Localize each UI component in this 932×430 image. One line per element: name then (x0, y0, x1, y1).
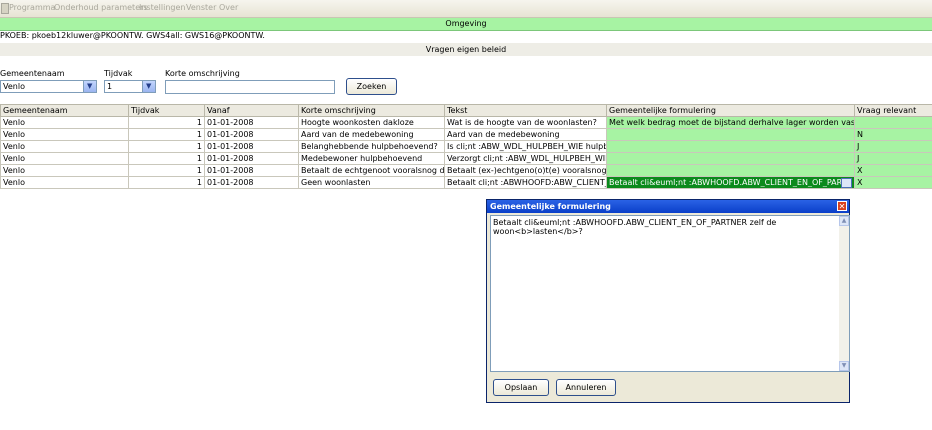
cell-gemeentelijke-formulering[interactable] (606, 152, 855, 165)
gemeente-dropdown-button[interactable]: ▼ (83, 81, 96, 92)
header-vraag-relevant[interactable]: Vraag relevant (854, 104, 932, 117)
header-gemeentelijke-formulering[interactable]: Gemeentelijke formulering (606, 104, 855, 117)
cell-gemeentenaam[interactable]: Venlo (0, 152, 129, 165)
menu-onderhoud-parameters[interactable]: Onderhoud parameters (54, 3, 148, 12)
cell-vanaf[interactable]: 01-01-2008 (204, 140, 299, 153)
cell-gemeentenaam[interactable]: Venlo (0, 116, 129, 129)
cell-vanaf[interactable]: 01-01-2008 (204, 176, 299, 189)
cell-korte-omschrijving[interactable]: Belanghebbende hulpbehoevend? (298, 140, 445, 153)
tijdvak-dropdown-button[interactable]: ▼ (142, 81, 155, 92)
cell-tekst[interactable]: Wat is de hoogte van de woonlasten? (444, 116, 607, 129)
app-icon (1, 3, 9, 14)
cell-gemeentelijke-formulering[interactable] (606, 128, 855, 141)
opslaan-button[interactable]: Opslaan (493, 379, 549, 396)
cell-korte-omschrijving[interactable]: Aard van de medebewoning (298, 128, 445, 141)
ellipsis-button[interactable] (841, 177, 852, 188)
cell-tekst[interactable]: Verzorgt cli;nt :ABW_WDL_HULPBEH_WIE :AB (444, 152, 607, 165)
dialog-title: Gemeentelijke formulering (490, 202, 611, 211)
menu-bar: Programma Onderhoud parameters Instellin… (0, 0, 932, 18)
header-tekst[interactable]: Tekst (444, 104, 607, 117)
gemeente-value: Venlo (3, 82, 25, 91)
vertical-scrollbar[interactable]: ▲ ▼ (839, 216, 849, 371)
cell-vraag-relevant[interactable] (854, 116, 932, 129)
cell-gemeentenaam[interactable]: Venlo (0, 164, 129, 177)
section-title: Vragen eigen beleid (0, 43, 932, 56)
table-row[interactable]: Venlo 1 01-01-2008 Medebewoner hulpbehoe… (0, 152, 932, 165)
annuleren-button[interactable]: Annuleren (556, 379, 616, 396)
cell-gemeentelijke-formulering-editing[interactable]: Betaalt cli&euml;nt :ABWHOOFD.ABW_CLIENT… (606, 176, 855, 189)
cell-vraag-relevant[interactable]: X (854, 164, 932, 177)
chevron-down-icon: ▼ (146, 82, 152, 90)
zoeken-button[interactable]: Zoeken (346, 78, 397, 95)
tijdvak-label: Tijdvak (104, 69, 133, 78)
omschrijving-input[interactable] (165, 80, 335, 94)
cell-vanaf[interactable]: 01-01-2008 (204, 152, 299, 165)
cell-tekst[interactable]: Betaalt (ex-)echtgeno(o)t(e) vooralsnog … (444, 164, 607, 177)
cell-tekst[interactable]: Is cli;nt :ABW_WDL_HULPBEH_WIE hulpbehoe… (444, 140, 607, 153)
cell-vraag-relevant[interactable]: X (854, 176, 932, 189)
formulering-text[interactable]: Betaalt cli&euml;nt :ABWHOOFD.ABW_CLIENT… (493, 218, 849, 236)
omschrijving-label: Korte omschrijving (165, 69, 240, 78)
cell-gemeentelijke-formulering[interactable]: Met welk bedrag moet de bijstand derhalv… (606, 116, 855, 129)
cell-tijdvak[interactable]: 1 (128, 140, 205, 153)
formulering-textarea[interactable]: Betaalt cli&euml;nt :ABWHOOFD.ABW_CLIENT… (490, 215, 850, 372)
table-row[interactable]: Venlo 1 01-01-2008 Hoogte woonkosten dak… (0, 116, 932, 129)
table-row[interactable]: Venlo 1 01-01-2008 Aard van de medebewon… (0, 128, 932, 141)
cell-korte-omschrijving[interactable]: Geen woonlasten (298, 176, 445, 189)
cell-gemeentenaam[interactable]: Venlo (0, 140, 129, 153)
cell-korte-omschrijving[interactable]: Hoogte woonkosten dakloze (298, 116, 445, 129)
table-row[interactable]: Venlo 1 01-01-2008 Geen woonlasten Betaa… (0, 176, 932, 189)
cell-vraag-relevant[interactable]: N (854, 128, 932, 141)
cell-tijdvak[interactable]: 1 (128, 116, 205, 129)
tijdvak-value: 1 (107, 82, 113, 91)
cell-vanaf[interactable]: 01-01-2008 (204, 164, 299, 177)
table-header-row: Gemeentenaam Tijdvak Vanaf Korte omschri… (0, 104, 932, 117)
cell-gemeentenaam[interactable]: Venlo (0, 128, 129, 141)
cell-tekst[interactable]: Aard van de medebewoning (444, 128, 607, 141)
gemeente-select[interactable]: Venlo ▼ (0, 80, 97, 93)
cell-gemeentelijke-formulering[interactable] (606, 164, 855, 177)
cell-editor-text[interactable]: Betaalt cli&euml;nt :ABWHOOFD.ABW_CLIENT… (609, 178, 841, 187)
cell-tijdvak[interactable]: 1 (128, 128, 205, 141)
header-gemeentenaam[interactable]: Gemeentenaam (0, 104, 129, 117)
cell-vanaf[interactable]: 01-01-2008 (204, 128, 299, 141)
cell-gemeentelijke-formulering[interactable] (606, 140, 855, 153)
cell-tijdvak[interactable]: 1 (128, 164, 205, 177)
results-table: Gemeentenaam Tijdvak Vanaf Korte omschri… (0, 104, 932, 189)
scroll-down-icon[interactable]: ▼ (839, 361, 849, 371)
cell-korte-omschrijving[interactable]: Betaalt de echtgenoot vooralsnog de woon… (298, 164, 445, 177)
menu-instellingen[interactable]: Instellingen (139, 3, 185, 12)
header-tijdvak[interactable]: Tijdvak (128, 104, 205, 117)
close-icon[interactable]: ✕ (837, 201, 847, 211)
menu-venster[interactable]: Venster (186, 3, 216, 12)
cell-tekst[interactable]: Betaalt cli;nt :ABWHOOFD:ABW_CLIENT_EN_O (444, 176, 607, 189)
cell-vraag-relevant[interactable]: J (854, 152, 932, 165)
chevron-down-icon: ▼ (87, 82, 93, 90)
scroll-up-icon[interactable]: ▲ (839, 216, 849, 226)
menu-programma[interactable]: Programma (9, 3, 55, 12)
gemeente-label: Gemeentenaam (0, 69, 65, 78)
cell-vraag-relevant[interactable]: J (854, 140, 932, 153)
cell-korte-omschrijving[interactable]: Medebewoner hulpbehoevend (298, 152, 445, 165)
cell-gemeentenaam[interactable]: Venlo (0, 176, 129, 189)
connection-info: PKOEB: pkoeb12kluwer@PKOONTW. GWS4all: G… (0, 31, 265, 40)
formulering-dialog: Gemeentelijke formulering ✕ Betaalt cli&… (486, 199, 850, 403)
cell-tijdvak[interactable]: 1 (128, 152, 205, 165)
header-vanaf[interactable]: Vanaf (204, 104, 299, 117)
dialog-title-bar[interactable]: Gemeentelijke formulering ✕ (487, 200, 849, 213)
table-row[interactable]: Venlo 1 01-01-2008 Betaalt de echtgenoot… (0, 164, 932, 177)
menu-over[interactable]: Over (219, 3, 238, 12)
cell-vanaf[interactable]: 01-01-2008 (204, 116, 299, 129)
table-row[interactable]: Venlo 1 01-01-2008 Belanghebbende hulpbe… (0, 140, 932, 153)
tijdvak-select[interactable]: 1 ▼ (104, 80, 156, 93)
cell-tijdvak[interactable]: 1 (128, 176, 205, 189)
header-korte-omschrijving[interactable]: Korte omschrijving (298, 104, 445, 117)
